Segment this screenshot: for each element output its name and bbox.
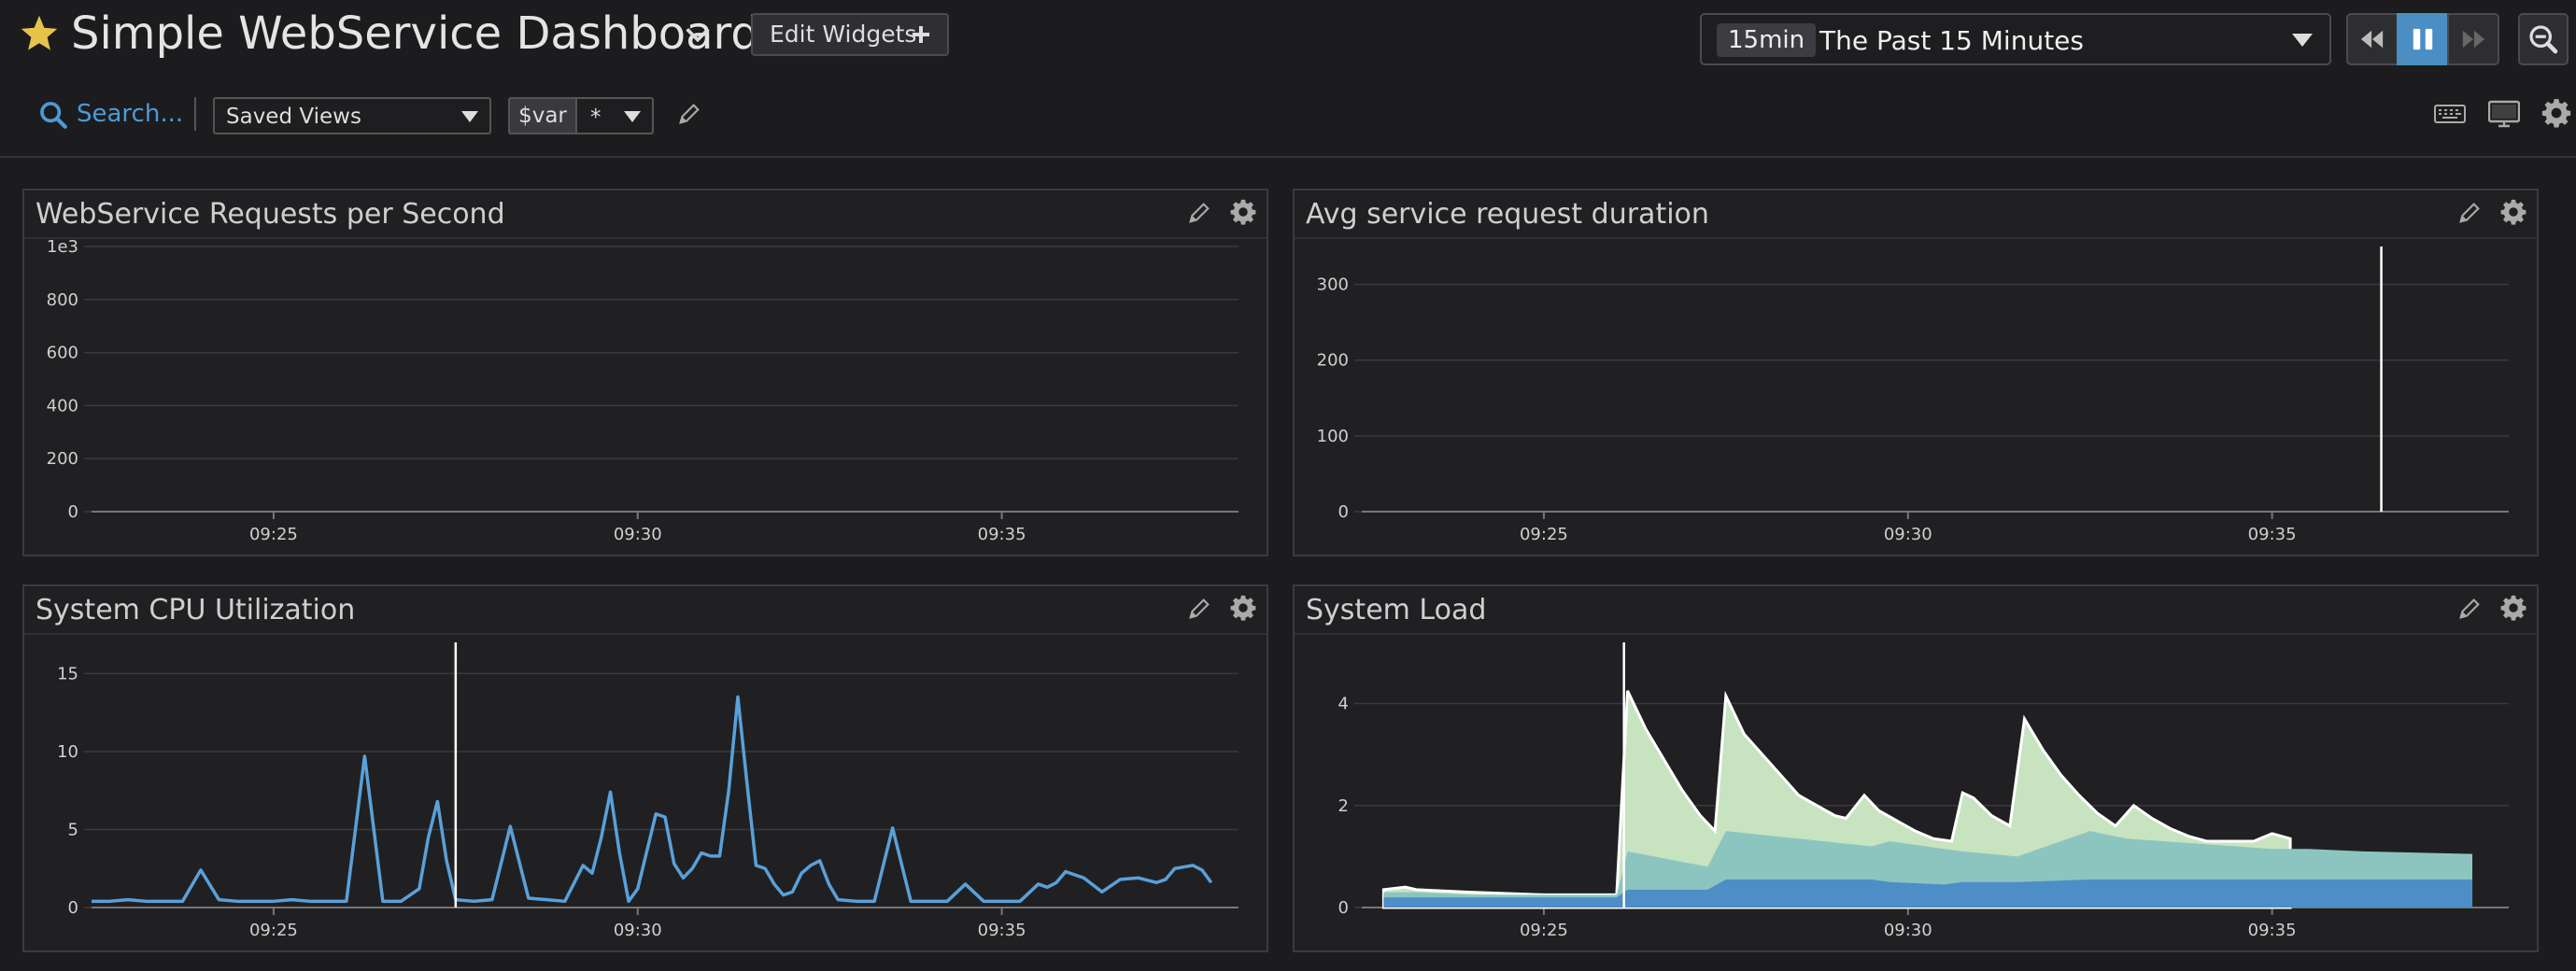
pencil-icon[interactable]: [2456, 200, 2483, 226]
dashboard-title: Simple WebService Dashboard: [71, 7, 759, 60]
pause-icon: [2413, 28, 2433, 50]
chart-avg-request-duration: 0 100 200 300 09:25 09:30 09:35: [1317, 246, 2509, 544]
pause-button[interactable]: [2397, 13, 2449, 65]
caret-down-icon: [2292, 34, 2313, 47]
saved-views-label: Saved Views: [226, 105, 361, 129]
widget-header: Avg service request duration: [1295, 190, 2537, 239]
search-icon[interactable]: [37, 99, 69, 131]
y-tick-label: 800: [47, 290, 78, 310]
search-link[interactable]: Search...: [77, 97, 183, 131]
widget-title: System Load: [1306, 594, 1487, 626]
y-tick-label: 0: [68, 502, 78, 522]
header-divider: [0, 156, 2576, 158]
x-tick-label: 09:35: [978, 921, 1026, 940]
y-tick-label: 4: [1338, 695, 1349, 714]
chevron-down-icon[interactable]: [682, 19, 714, 50]
plus-icon: [913, 26, 929, 43]
template-variable-select[interactable]: *: [575, 97, 654, 134]
chart-requests-per-second: 0 200 400 600 800 1e3 09:25 09:30 09:35: [47, 239, 1238, 544]
y-tick-label: 600: [47, 344, 78, 363]
gear-icon[interactable]: [1229, 594, 1257, 622]
x-tick-label: 09:30: [1884, 525, 1932, 544]
keyboard-icon[interactable]: [2434, 101, 2466, 127]
y-tick-label: 10: [57, 742, 78, 762]
x-tick-label: 09:25: [249, 921, 298, 940]
x-tick-label: 09:25: [1520, 525, 1568, 544]
y-tick-label: 100: [1317, 427, 1349, 446]
rewind-button[interactable]: [2346, 13, 2399, 65]
gear-icon[interactable]: [2541, 97, 2572, 129]
x-tick-label: 09:25: [1520, 921, 1568, 940]
y-tick-label: 200: [47, 449, 78, 469]
gear-icon[interactable]: [1229, 198, 1257, 226]
x-tick-label: 09:30: [614, 921, 662, 940]
template-variable-label: $var: [508, 97, 575, 134]
time-range-selector[interactable]: 15min The Past 15 Minutes: [1700, 13, 2331, 65]
y-tick-label: 0: [1338, 898, 1349, 918]
zoom-out-button[interactable]: [2518, 13, 2569, 65]
line-series-0: [92, 695, 1213, 904]
fast-forward-button[interactable]: [2447, 13, 2499, 65]
x-tick-label: 09:30: [614, 525, 662, 544]
y-tick-label: 0: [1338, 502, 1349, 522]
widget-header: System CPU Utilization: [24, 586, 1267, 635]
time-range-label: The Past 15 Minutes: [1819, 25, 2084, 56]
widget-header: WebService Requests per Second: [24, 190, 1267, 239]
star-icon[interactable]: [19, 13, 60, 54]
widget-title: Avg service request duration: [1306, 198, 1709, 231]
saved-views-select[interactable]: Saved Views: [213, 97, 491, 134]
zoom-out-icon: [2529, 25, 2558, 54]
pencil-icon[interactable]: [1186, 200, 1212, 226]
x-tick-label: 09:30: [1884, 921, 1932, 940]
pencil-icon[interactable]: [676, 101, 702, 127]
caret-down-icon: [461, 111, 478, 122]
template-variable-value: *: [590, 106, 602, 130]
widget-system-load: System Load 0 2 4 09:25 09:30 09:35: [1293, 584, 2539, 952]
y-tick-label: 200: [1317, 351, 1349, 371]
y-tick-label: 15: [57, 664, 78, 683]
caret-down-icon: [624, 111, 641, 122]
widget-avg-request-duration: Avg service request duration 0 100 200 300 0…: [1293, 189, 2539, 556]
y-tick-label: 2: [1338, 796, 1349, 816]
y-tick-label: 5: [68, 820, 78, 839]
y-tick-label: 300: [1317, 275, 1349, 295]
pencil-icon[interactable]: [1186, 596, 1212, 622]
gear-icon[interactable]: [2499, 198, 2527, 226]
edit-widgets-label: Edit Widgets: [770, 21, 917, 48]
x-tick-label: 09:35: [978, 525, 1026, 544]
time-range-badge: 15min: [1717, 23, 1817, 57]
tv-icon[interactable]: [2488, 99, 2520, 129]
y-tick-label: 0: [68, 898, 78, 918]
fast-forward-icon: [2462, 30, 2485, 49]
x-tick-label: 09:25: [249, 525, 298, 544]
widget-requests-per-second: WebService Requests per Second 0 200 400 60…: [22, 189, 1268, 556]
x-tick-label: 09:35: [2248, 921, 2297, 940]
edit-widgets-button[interactable]: Edit Widgets: [751, 13, 949, 56]
widget-cpu-utilization: System CPU Utilization 0 5 10 15 09:25 09:30 0…: [22, 584, 1268, 952]
pencil-icon[interactable]: [2456, 596, 2483, 622]
widget-header: System Load: [1295, 586, 2537, 635]
widget-title: System CPU Utilization: [35, 594, 356, 626]
y-tick-label: 400: [47, 396, 78, 415]
gear-icon[interactable]: [2499, 594, 2527, 622]
x-tick-label: 09:35: [2248, 525, 2297, 544]
widget-title: WebService Requests per Second: [35, 198, 505, 231]
y-tick-label: 1e3: [47, 239, 78, 257]
rewind-icon: [2360, 30, 2384, 49]
chart-cpu-utilization: 0 5 10 15 09:25 09:30 09:35: [57, 642, 1238, 940]
divider: [194, 97, 196, 131]
chart-system-load: 0 2 4 09:25 09:30 09:35: [1338, 642, 2509, 940]
